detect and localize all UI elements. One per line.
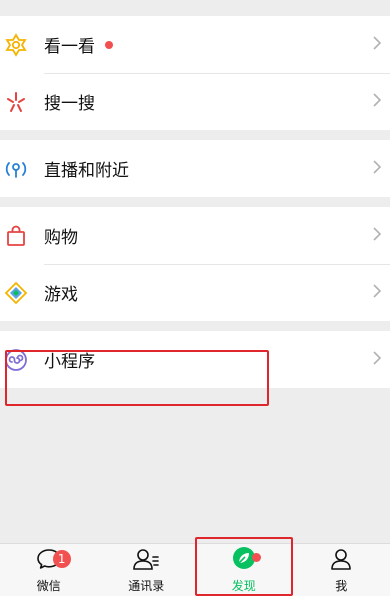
menu-item-xiaochengxu[interactable]: 小程序: [0, 331, 390, 388]
menu-item-label: 直播和附近: [44, 156, 129, 181]
menu-item-souyisou[interactable]: 搜一搜: [0, 73, 390, 130]
mini-program-icon: [2, 346, 30, 374]
contacts-icon: [132, 547, 160, 575]
discover-group-3: 购物 游戏: [0, 207, 390, 321]
tab-weixin[interactable]: 1 微信: [0, 544, 98, 596]
menu-item-kanyikan[interactable]: 看一看: [0, 16, 390, 73]
chevron-right-icon: [372, 350, 382, 370]
chevron-right-icon: [372, 35, 382, 55]
tab-faxian[interactable]: 发现: [195, 544, 293, 596]
new-content-dot: [252, 553, 261, 562]
shopping-bag-icon: [2, 222, 30, 250]
game-diamond-icon: [2, 279, 30, 307]
new-content-dot: [105, 41, 113, 49]
chevron-right-icon: [372, 159, 382, 179]
person-icon: [329, 547, 353, 575]
tab-tongxunlu[interactable]: 通讯录: [98, 544, 196, 596]
chevron-right-icon: [372, 283, 382, 303]
menu-item-label: 购物: [44, 223, 78, 248]
menu-item-youxi[interactable]: 游戏: [0, 264, 390, 321]
menu-item-label: 小程序: [44, 347, 95, 372]
bottom-tab-bar: 1 微信 通讯录 发现: [0, 543, 390, 596]
chevron-right-icon: [372, 92, 382, 112]
discover-group-1: 看一看 搜一搜: [0, 16, 390, 130]
live-location-icon: [2, 155, 30, 183]
discover-group-4: 小程序: [0, 331, 390, 388]
unread-badge: 1: [53, 550, 71, 568]
menu-item-label: 搜一搜: [44, 89, 95, 114]
tab-wo[interactable]: 我: [293, 544, 390, 596]
flower-star-icon: [2, 31, 30, 59]
chevron-right-icon: [372, 226, 382, 246]
menu-item-label: 游戏: [44, 280, 78, 305]
menu-item-zhibo[interactable]: 直播和附近: [0, 140, 390, 197]
menu-item-gouwu[interactable]: 购物: [0, 207, 390, 264]
search-sparkle-icon: [2, 88, 30, 116]
menu-item-label: 看一看: [44, 32, 95, 57]
discover-group-2: 直播和附近: [0, 140, 390, 197]
